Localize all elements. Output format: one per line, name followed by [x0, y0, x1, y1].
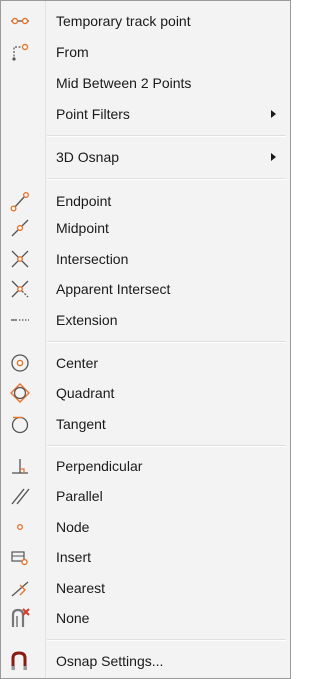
tangent-icon: [9, 413, 31, 435]
menu-item-center[interactable]: Center: [1, 349, 290, 377]
menu-item-temporary-track-point[interactable]: Temporary track point: [1, 7, 290, 35]
menu-item-quadrant[interactable]: Quadrant: [1, 379, 290, 407]
osnap-context-menu: Temporary track point From Mid Between 2…: [0, 0, 291, 679]
menu-item-label: Quadrant: [56, 385, 115, 401]
submenu-arrow-icon: [271, 110, 276, 118]
menu-item-insert[interactable]: Insert: [1, 543, 290, 571]
menu-item-midpoint[interactable]: Midpoint: [1, 214, 290, 242]
insert-icon: [9, 546, 31, 568]
menu-item-label: Insert: [56, 549, 92, 565]
menu-item-label: Osnap Settings...: [56, 653, 164, 669]
extension-icon: [9, 309, 31, 331]
menu-item-tangent[interactable]: Tangent: [1, 410, 290, 438]
menu-item-parallel[interactable]: Parallel: [1, 482, 290, 510]
menu-item-label: Apparent Intersect: [56, 281, 171, 297]
menu-item-label: Temporary track point: [56, 13, 191, 29]
quadrant-icon: [9, 382, 31, 404]
menu-item-label: Intersection: [56, 251, 129, 267]
menu-item-apparent-intersect[interactable]: Apparent Intersect: [1, 275, 290, 303]
nearest-icon: [9, 577, 31, 599]
menu-item-3d-osnap[interactable]: 3D Osnap: [1, 143, 290, 171]
submenu-arrow-icon: [271, 153, 276, 161]
menu-item-point-filters[interactable]: Point Filters: [1, 100, 290, 128]
menu-item-endpoint[interactable]: Endpoint: [1, 187, 290, 215]
menu-item-label: Endpoint: [56, 193, 112, 209]
intersection-icon: [9, 248, 31, 270]
menu-item-label: Mid Between 2 Points: [56, 75, 192, 91]
menu-item-intersection[interactable]: Intersection: [1, 245, 290, 273]
apparent-intersect-icon: [9, 278, 31, 300]
menu-item-label: None: [56, 610, 90, 626]
center-icon: [9, 352, 31, 374]
parallel-icon: [9, 485, 31, 507]
menu-separator: [47, 639, 286, 641]
menu-item-node[interactable]: Node: [1, 513, 290, 541]
menu-item-osnap-settings[interactable]: Osnap Settings...: [1, 647, 290, 675]
from-icon: [9, 41, 31, 63]
menu-item-from[interactable]: From: [1, 38, 290, 66]
endpoint-icon: [9, 190, 31, 212]
menu-item-label: Parallel: [56, 488, 103, 504]
menu-item-label: 3D Osnap: [56, 149, 120, 165]
menu-item-label: Node: [56, 519, 90, 535]
menu-item-label: Midpoint: [56, 220, 109, 236]
menu-separator: [47, 135, 286, 137]
menu-item-label: Extension: [56, 312, 118, 328]
menu-item-extension[interactable]: Extension: [1, 306, 290, 334]
menu-item-mid-between-2-points[interactable]: Mid Between 2 Points: [1, 69, 290, 97]
menu-item-label: Tangent: [56, 416, 106, 432]
menu-item-label: Perpendicular: [56, 458, 143, 474]
perpendicular-icon: [9, 455, 31, 477]
temporary-track-point-icon: [9, 10, 31, 32]
menu-item-nearest[interactable]: Nearest: [1, 574, 290, 602]
menu-item-label: Center: [56, 355, 99, 371]
menu-item-label: Nearest: [56, 580, 106, 596]
menu-separator: [47, 178, 286, 180]
midpoint-icon: [9, 217, 31, 239]
osnap-settings-icon: [9, 650, 31, 672]
menu-item-none[interactable]: None: [1, 604, 290, 632]
menu-item-label: Point Filters: [56, 106, 130, 122]
none-icon: [9, 607, 31, 629]
menu-item-label: From: [56, 44, 89, 60]
node-icon: [9, 516, 31, 538]
menu-separator: [47, 445, 286, 447]
menu-separator: [47, 341, 286, 343]
menu-item-perpendicular[interactable]: Perpendicular: [1, 452, 290, 480]
